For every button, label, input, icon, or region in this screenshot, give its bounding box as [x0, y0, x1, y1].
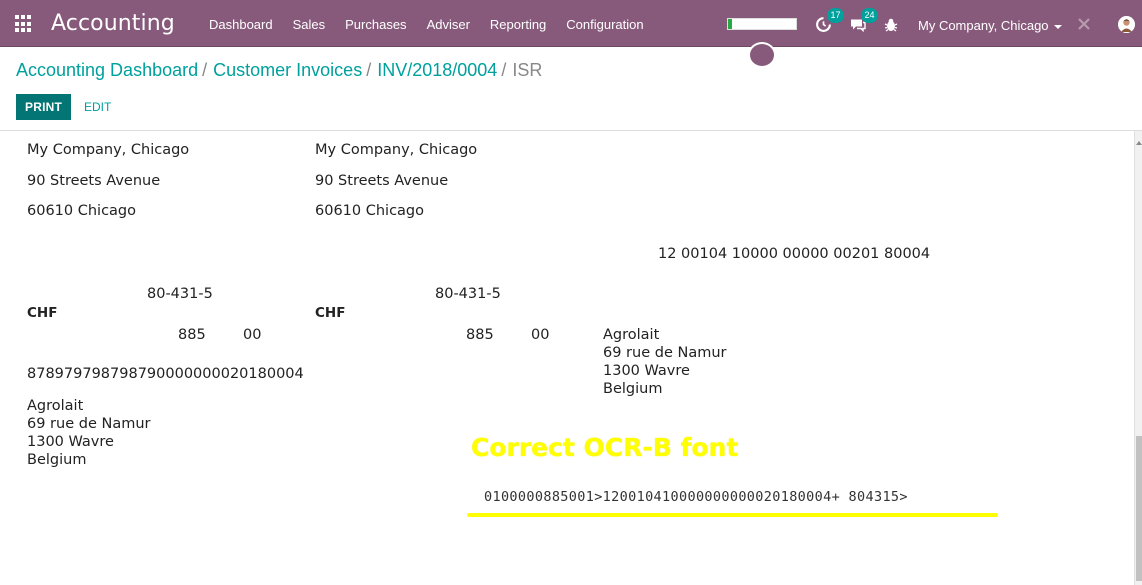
payment-debtor-country: Belgium	[603, 381, 663, 397]
payment-amount-units: 885	[466, 327, 494, 343]
top-navbar: Accounting Dashboard Sales Purchases Adv…	[0, 0, 1142, 47]
breadcrumb-separator: /	[366, 60, 372, 80]
messages-count-badge: 24	[861, 8, 878, 23]
ocr-coding-line: 0100000885001>12001041000000000002018000…	[484, 489, 908, 505]
receipt-debtor-country: Belgium	[27, 452, 87, 468]
menu-item-reporting[interactable]: Reporting	[480, 0, 556, 47]
breadcrumb-customer-invoices[interactable]: Customer Invoices	[213, 60, 362, 80]
main-menu: Dashboard Sales Purchases Adviser Report…	[199, 0, 654, 47]
loading-progress-fill	[728, 19, 733, 29]
payment-currency: CHF	[315, 305, 346, 321]
receipt-reference: 878979798798790000000020180004	[27, 366, 304, 382]
ocr-font-annotation: Correct OCR-B font	[471, 433, 739, 462]
receipt-company-name: My Company, Chicago	[27, 142, 190, 158]
loading-progress-bar	[727, 18, 797, 30]
receipt-debtor-name: Agrolait	[27, 398, 84, 414]
payment-company-city: 60610 Chicago	[315, 203, 425, 219]
menu-item-configuration[interactable]: Configuration	[556, 0, 653, 47]
breadcrumb: Accounting Dashboard / Customer Invoices / I…	[16, 60, 542, 81]
payment-amount-cents: 00	[531, 327, 550, 343]
close-icon[interactable]	[1077, 16, 1097, 36]
menu-item-adviser[interactable]: Adviser	[417, 0, 480, 47]
activities-count-badge: 17	[827, 8, 844, 23]
apps-menu-icon[interactable]	[15, 15, 33, 33]
breadcrumb-separator: /	[501, 60, 507, 80]
receipt-account: 80-431-5	[147, 286, 213, 302]
payment-reference-formatted: 12 00104 10000 00000 00201 80004	[658, 246, 931, 262]
receipt-amount-units: 885	[178, 327, 206, 343]
payment-debtor-street: 69 rue de Namur	[603, 345, 727, 361]
highlight-underline	[467, 513, 998, 517]
breadcrumb-accounting-dashboard[interactable]: Accounting Dashboard	[16, 60, 198, 80]
receipt-debtor-city: 1300 Wavre	[27, 434, 114, 450]
receipt-company-city: 60610 Chicago	[27, 203, 137, 219]
payment-company-street: 90 Streets Avenue	[315, 173, 449, 189]
company-switcher[interactable]: My Company, Chicago	[918, 0, 1062, 47]
user-avatar-icon[interactable]	[1118, 16, 1135, 33]
loading-indicator-icon	[748, 42, 776, 68]
payment-company-name: My Company, Chicago	[315, 142, 478, 158]
menu-item-purchases[interactable]: Purchases	[335, 0, 416, 47]
breadcrumb-separator: /	[202, 60, 208, 80]
payment-account: 80-431-5	[435, 286, 501, 302]
receipt-currency: CHF	[27, 305, 58, 321]
vertical-scrollbar[interactable]	[1134, 131, 1142, 585]
breadcrumb-isr: ISR	[512, 60, 543, 80]
control-panel-divider	[0, 130, 1142, 131]
chat-icon[interactable]: 24	[849, 8, 878, 34]
payment-debtor-name: Agrolait	[603, 327, 660, 343]
payment-debtor-city: 1300 Wavre	[603, 363, 690, 379]
scroll-up-arrow-icon[interactable]	[1136, 141, 1142, 145]
company-name: My Company, Chicago	[918, 18, 1049, 33]
print-button[interactable]: PRINT	[16, 94, 71, 120]
menu-item-sales[interactable]: Sales	[283, 0, 336, 47]
receipt-debtor-address: Agrolait 69 rue de Namur 1300 Wavre Belg…	[27, 397, 150, 469]
receipt-amount-cents: 00	[243, 327, 262, 343]
edit-button[interactable]: EDIT	[80, 94, 115, 120]
receipt-company-street: 90 Streets Avenue	[27, 173, 161, 189]
receipt-debtor-street: 69 rue de Namur	[27, 416, 151, 432]
app-title[interactable]: Accounting	[51, 11, 175, 36]
menu-item-dashboard[interactable]: Dashboard	[199, 0, 283, 47]
bug-icon[interactable]	[884, 14, 904, 34]
clock-icon[interactable]: 17	[815, 8, 844, 34]
chevron-down-icon	[1053, 24, 1062, 29]
breadcrumb-invoice[interactable]: INV/2018/0004	[377, 60, 497, 80]
payment-debtor-address: Agrolait 69 rue de Namur 1300 Wavre Belg…	[603, 326, 726, 398]
scrollbar-thumb[interactable]	[1136, 436, 1142, 581]
